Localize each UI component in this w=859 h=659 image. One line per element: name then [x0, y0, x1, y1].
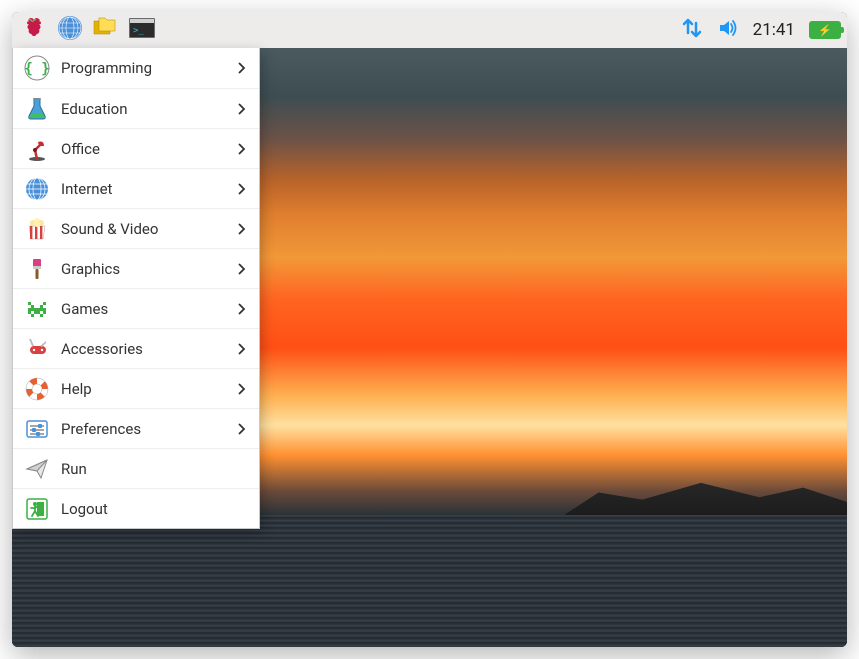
menu-item-programming[interactable]: { } Programming: [13, 48, 259, 88]
web-browser-launcher[interactable]: [54, 15, 86, 45]
menu-item-label: Preferences: [61, 420, 233, 438]
menu-item-help[interactable]: Help: [13, 368, 259, 408]
start-menu-button[interactable]: [18, 15, 50, 45]
desk-lamp-icon: [23, 135, 51, 163]
menu-item-label: Help: [61, 380, 233, 398]
menu-item-sound-video[interactable]: Sound & Video: [13, 208, 259, 248]
battery-indicator[interactable]: ⚡: [809, 21, 841, 39]
menu-item-education[interactable]: Education: [13, 88, 259, 128]
paintbrush-icon: [23, 255, 51, 283]
menu-item-internet[interactable]: Internet: [13, 168, 259, 208]
chevron-right-icon: [233, 60, 249, 76]
menu-item-accessories[interactable]: Accessories: [13, 328, 259, 368]
paper-plane-icon: [23, 455, 51, 483]
svg-text:{ }: { }: [24, 61, 49, 77]
volume-indicator[interactable]: [717, 17, 739, 43]
wallpaper-detail: [12, 515, 847, 647]
menu-item-label: Accessories: [61, 340, 233, 358]
svg-text:>_: >_: [133, 26, 144, 36]
menu-item-label: Run: [61, 460, 249, 478]
sliders-icon: [23, 415, 51, 443]
chevron-right-icon: [233, 421, 249, 437]
chevron-right-icon: [233, 301, 249, 317]
swiss-knife-icon: [23, 335, 51, 363]
globe-icon: [23, 175, 51, 203]
application-menu: { } Programming Education: [12, 48, 260, 529]
battery-charging-icon: ⚡: [809, 21, 841, 39]
chevron-right-icon: [233, 141, 249, 157]
taskbar: >_: [12, 12, 847, 48]
menu-item-label: Programming: [61, 59, 233, 77]
menu-item-label: Internet: [61, 180, 233, 198]
chevron-right-icon: [233, 101, 249, 117]
menu-item-run[interactable]: Run: [13, 448, 259, 488]
raspberry-icon: [22, 16, 46, 44]
network-indicator[interactable]: [681, 17, 703, 43]
network-updown-icon: [681, 24, 703, 43]
speaker-icon: [717, 24, 739, 43]
taskbar-clock[interactable]: 21:41: [753, 20, 795, 40]
menu-item-label: Office: [61, 140, 233, 158]
menu-item-office[interactable]: Office: [13, 128, 259, 168]
taskbar-right: 21:41 ⚡: [681, 17, 841, 43]
taskbar-left: >_: [18, 15, 158, 45]
menu-item-preferences[interactable]: Preferences: [13, 408, 259, 448]
folders-icon: [92, 16, 120, 44]
menu-item-label: Sound & Video: [61, 220, 233, 238]
menu-item-label: Graphics: [61, 260, 233, 278]
terminal-icon: >_: [128, 16, 156, 44]
menu-item-logout[interactable]: Logout: [13, 488, 259, 528]
menu-item-label: Logout: [61, 500, 249, 518]
chevron-right-icon: [233, 221, 249, 237]
globe-icon: [57, 15, 83, 45]
desktop-window: >_: [12, 12, 847, 647]
menu-item-games[interactable]: Games: [13, 288, 259, 328]
menu-item-label: Education: [61, 100, 233, 118]
chevron-right-icon: [233, 181, 249, 197]
chevron-right-icon: [233, 261, 249, 277]
chevron-right-icon: [233, 341, 249, 357]
menu-item-graphics[interactable]: Graphics: [13, 248, 259, 288]
popcorn-icon: [23, 215, 51, 243]
chevron-right-icon: [233, 381, 249, 397]
flask-icon: [23, 95, 51, 123]
wallpaper-detail: [555, 473, 847, 521]
braces-icon: { }: [23, 54, 51, 82]
file-manager-launcher[interactable]: [90, 15, 122, 45]
lifebuoy-icon: [23, 375, 51, 403]
menu-item-label: Games: [61, 300, 233, 318]
exit-icon: [23, 495, 51, 523]
terminal-launcher[interactable]: >_: [126, 15, 158, 45]
space-invader-icon: [23, 295, 51, 323]
